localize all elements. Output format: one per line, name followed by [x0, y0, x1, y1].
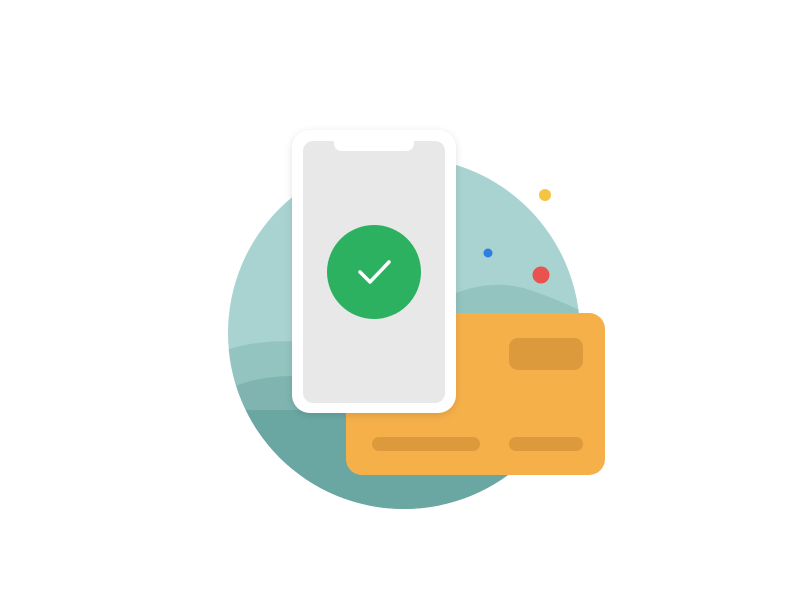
yellow-dot-icon	[539, 189, 551, 201]
card-expiry-bar	[509, 437, 583, 451]
check-badge	[327, 225, 421, 319]
red-dot-icon	[532, 266, 550, 284]
mobile-payment-illustration	[228, 130, 605, 509]
smartphone-icon	[292, 130, 456, 413]
card-number-bar	[372, 437, 480, 451]
phone-notch	[334, 141, 414, 151]
illustration-stage	[0, 0, 800, 600]
blue-dot-icon	[483, 248, 493, 258]
card-chip	[509, 338, 583, 370]
